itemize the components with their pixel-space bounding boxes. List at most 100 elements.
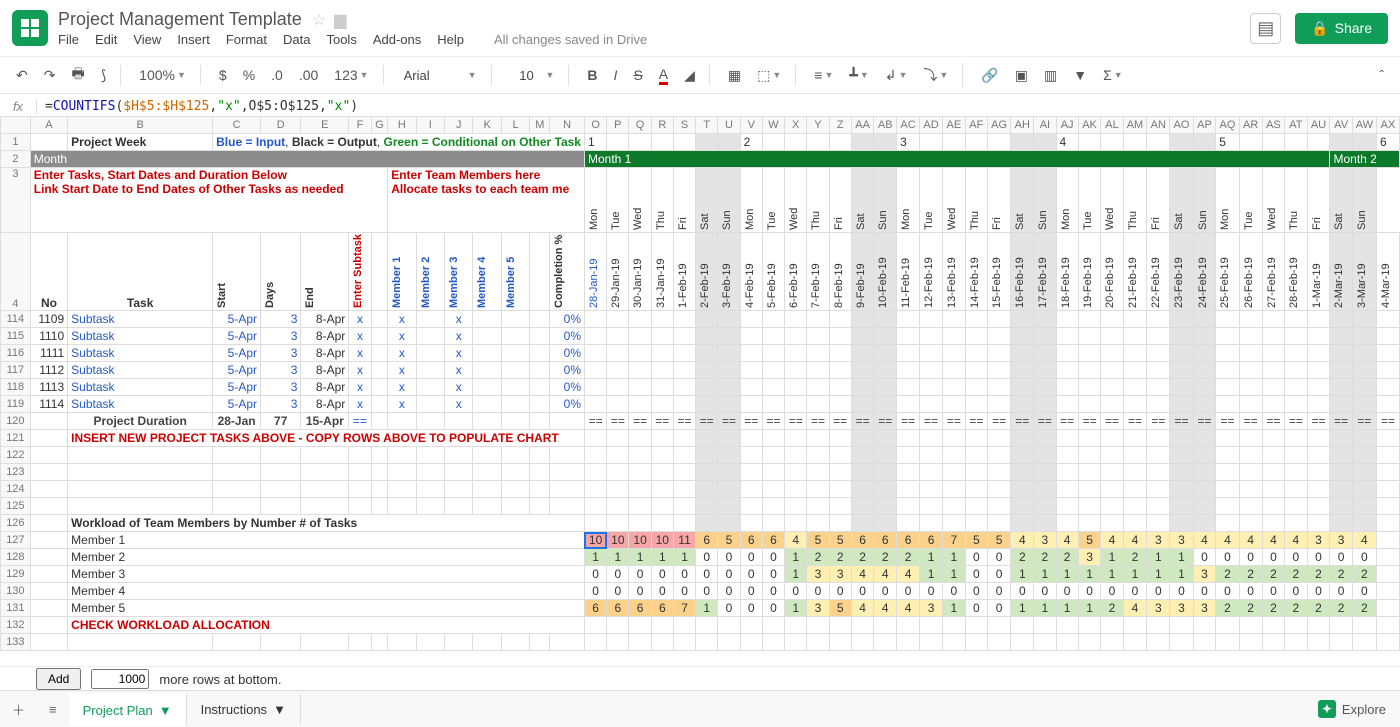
row-header[interactable]: 115 (1, 328, 31, 345)
column-header[interactable]: K (473, 117, 501, 134)
column-header[interactable]: AH (1011, 117, 1034, 134)
column-header[interactable]: AG (987, 117, 1010, 134)
column-header[interactable]: F (349, 117, 371, 134)
row-header[interactable]: 131 (1, 600, 31, 617)
collapse-toolbar-icon[interactable]: ˆ (1375, 65, 1388, 85)
folder-icon[interactable]: ▆ (330, 10, 350, 30)
column-header[interactable]: A (30, 117, 67, 134)
column-header[interactable]: AB (874, 117, 897, 134)
strike-icon[interactable]: S (629, 65, 646, 85)
text-color-icon[interactable]: A (655, 64, 672, 87)
comments-icon[interactable]: ▤ (1250, 13, 1281, 44)
filter-icon[interactable]: ▼ (1069, 65, 1091, 85)
tab-instructions[interactable]: Instructions▼ (187, 694, 301, 725)
spreadsheet-grid[interactable]: ABCDEFGHIJKLMNOPQRSTUVWXYZAAABACADAEAFAG… (0, 116, 1400, 651)
row-header[interactable]: 4 (1, 233, 31, 311)
menu-edit[interactable]: Edit (95, 32, 117, 47)
column-header[interactable]: AJ (1056, 117, 1078, 134)
column-header[interactable]: V (740, 117, 762, 134)
row-header[interactable]: 133 (1, 634, 31, 651)
font-select[interactable] (402, 67, 466, 84)
row-header[interactable]: 129 (1, 566, 31, 583)
print-icon[interactable]: 🖶 (67, 61, 88, 89)
add-rows-input[interactable] (91, 669, 149, 689)
row-header[interactable]: 130 (1, 583, 31, 600)
row-header[interactable]: 114 (1, 311, 31, 328)
column-header[interactable]: AI (1034, 117, 1056, 134)
column-header[interactable]: AN (1147, 117, 1170, 134)
italic-icon[interactable]: I (610, 65, 622, 85)
formula-input[interactable]: =COUNTIFS($H$5:$H$125,"x",O$5:O$125,"x") (37, 99, 1400, 114)
h-align-icon[interactable]: ≡▼ (810, 65, 837, 85)
add-sheet-icon[interactable]: ＋ (0, 700, 37, 719)
document-title[interactable]: Project Management Template (58, 9, 308, 30)
row-header[interactable]: 120 (1, 413, 31, 430)
column-header[interactable]: AS (1262, 117, 1285, 134)
dec-decrease-icon[interactable]: .0 (267, 65, 287, 85)
share-button[interactable]: 🔒 Share (1295, 13, 1388, 44)
percent-icon[interactable]: % (239, 65, 259, 85)
tab-project-plan[interactable]: Project Plan▼ (69, 693, 187, 726)
column-header[interactable]: M (530, 117, 550, 134)
column-header[interactable]: AP (1193, 117, 1216, 134)
column-header[interactable]: AA (851, 117, 874, 134)
column-header[interactable]: W (762, 117, 784, 134)
column-header[interactable]: AL (1101, 117, 1123, 134)
select-all-corner[interactable] (1, 117, 31, 134)
column-header[interactable]: AO (1170, 117, 1193, 134)
v-align-icon[interactable]: ┻▼ (845, 65, 872, 86)
column-header[interactable]: AD (920, 117, 943, 134)
column-header[interactable]: C (213, 117, 261, 134)
sheets-logo[interactable] (12, 10, 48, 46)
column-header[interactable]: Q (629, 117, 651, 134)
explore-button[interactable]: ✦Explore (1304, 700, 1400, 718)
menu-tools[interactable]: Tools (326, 32, 356, 47)
all-sheets-icon[interactable]: ≡ (37, 702, 69, 717)
row-header[interactable]: 128 (1, 549, 31, 566)
wrap-icon[interactable]: ↲▼ (881, 65, 912, 86)
column-header[interactable]: AF (965, 117, 987, 134)
dec-increase-icon[interactable]: .00 (295, 65, 322, 85)
column-header[interactable]: I (416, 117, 444, 134)
column-header[interactable]: Z (829, 117, 851, 134)
currency-icon[interactable]: $ (215, 65, 231, 85)
merge-icon[interactable]: ⬚▼ (753, 65, 796, 86)
undo-icon[interactable]: ↶ (12, 65, 32, 86)
comment-icon[interactable]: ▣ (1011, 65, 1032, 86)
row-header[interactable]: 1 (1, 134, 31, 151)
row-header[interactable]: 2 (1, 151, 31, 168)
row-header[interactable]: 118 (1, 379, 31, 396)
column-header[interactable]: X (785, 117, 807, 134)
rotate-icon[interactable]: ⤵▼ (919, 63, 963, 87)
column-header[interactable]: AC (897, 117, 920, 134)
column-header[interactable]: R (651, 117, 673, 134)
menu-help[interactable]: Help (437, 32, 464, 47)
menu-format[interactable]: Format (226, 32, 267, 47)
column-header[interactable]: E (301, 117, 349, 134)
column-header[interactable]: P (607, 117, 629, 134)
column-header[interactable]: T (696, 117, 718, 134)
row-header[interactable]: 122 (1, 447, 31, 464)
row-header[interactable]: 126 (1, 515, 31, 532)
paint-format-icon[interactable]: ⟆ (97, 65, 121, 86)
row-header[interactable]: 3 (1, 168, 31, 233)
row-header[interactable]: 119 (1, 396, 31, 413)
functions-icon[interactable]: Σ▼ (1099, 65, 1127, 85)
more-formats-icon[interactable]: 123▼ (330, 65, 383, 85)
row-header[interactable]: 117 (1, 362, 31, 379)
column-header[interactable]: AE (943, 117, 966, 134)
column-header[interactable]: O (584, 117, 606, 134)
menu-view[interactable]: View (133, 32, 161, 47)
add-rows-button[interactable]: Add (36, 668, 81, 690)
column-header[interactable]: AM (1123, 117, 1147, 134)
row-header[interactable]: 125 (1, 498, 31, 515)
redo-icon[interactable]: ↷ (40, 65, 60, 86)
column-header[interactable]: AW (1352, 117, 1376, 134)
row-header[interactable]: 124 (1, 481, 31, 498)
menu-addons[interactable]: Add-ons (373, 32, 421, 47)
column-header[interactable]: AV (1330, 117, 1352, 134)
link-icon[interactable]: 🔗 (977, 65, 1002, 86)
fill-color-icon[interactable]: ◢ (680, 65, 710, 86)
column-header[interactable]: G (371, 117, 388, 134)
row-header[interactable]: 127 (1, 532, 31, 549)
